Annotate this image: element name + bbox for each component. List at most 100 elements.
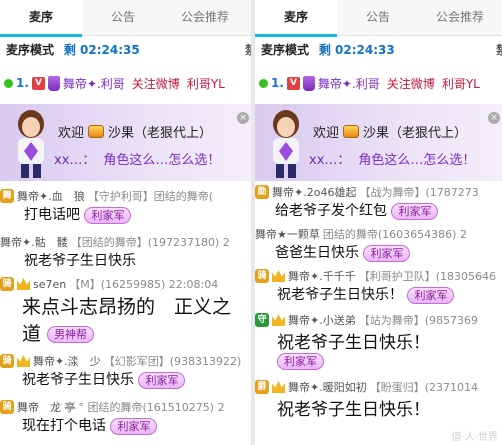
welcome-sender: xx…：	[309, 153, 351, 168]
welcome-sender: xx…：	[54, 153, 96, 168]
message-body: 利家军	[277, 353, 502, 370]
message-text: 祝老爷子生日快乐！	[277, 287, 403, 303]
welcome-banner: 欢迎 沙果（老狠代上） xx…： 角色这么…怎么选！ ×	[0, 104, 251, 181]
online-dot-icon	[4, 78, 13, 88]
welcome-banner: 欢迎 沙果（老狠代上） xx…： 角色这么…怎么选！ ×	[255, 104, 502, 181]
sender-name[interactable]: 舞帝 龙 亭	[17, 399, 76, 415]
message-body: 给老爷子发个红包 利家军	[275, 200, 502, 220]
mode-row: 麦序模式 剩 02:24:35 禁	[6, 41, 251, 61]
queue-number: 1.	[271, 76, 284, 90]
gift-icon	[302, 75, 315, 91]
rank-badge-icon: 守	[255, 313, 269, 327]
queue-item[interactable]: 1. V 舞帝✦.利哥 关注微博 利哥YL	[259, 72, 502, 94]
crown-icon	[272, 381, 285, 393]
rank-badge-icon: 舞	[0, 189, 14, 203]
message-text: 现在打个电话	[22, 418, 106, 434]
chat-message: 骑 舞帝✦.千千千 【利哥护卫队】(18305646 祝老爷子生日快乐！ 利家军	[255, 268, 502, 304]
rank-badge-icon: 骑	[0, 400, 14, 414]
sender-info: 【M】(16259985) 22:08:04	[69, 278, 219, 291]
chat-message: 舞舞帝✦.血 狼【守护利哥】团结的舞帝( 打电话吧 利家军	[0, 188, 251, 224]
welcome-line: 欢迎 沙果（老狠代上）	[58, 122, 212, 141]
countdown-timer: 剩 02:24:33	[318, 43, 395, 57]
level-badge-icon	[88, 125, 105, 138]
chat-message: 舞帝✦.骷 髅【团结的舞帝】(197237180) 2 祝老爷子生日快乐	[0, 234, 251, 270]
sender-info: 团结的舞帝(1603654386) 2	[322, 228, 467, 241]
sender-name[interactable]: 舞帝★一颗草	[255, 226, 320, 242]
message-body: 打电话吧 利家军	[24, 204, 251, 224]
chat-message: 骑 舞帝✦.渁 少【幻影军团】(938313922) 祝老爷子生日快乐 利家军	[0, 353, 251, 389]
fan-tag: 利家军	[363, 244, 411, 262]
level-badge-icon	[343, 125, 360, 138]
sender-name[interactable]: 舞帝✦.2o46雄起	[272, 184, 356, 200]
sender-info: 【守护利哥】团结的舞帝(	[87, 190, 214, 203]
sender-name[interactable]: 舞帝✦.骷 髅	[0, 234, 68, 250]
message-text: 祝老爷子生日快乐！	[277, 333, 430, 353]
ban-button[interactable]: 禁	[496, 41, 502, 58]
sender-info: 【战为舞帝】(1787273	[359, 186, 479, 199]
vip-badge-icon: V	[31, 76, 45, 90]
message-text: 打电话吧	[24, 207, 80, 223]
sender-info: 【盼蛋归】(2371014	[369, 381, 478, 394]
close-icon[interactable]: ×	[488, 112, 500, 124]
chat-message-list: 舞舞帝✦.血 狼【守护利哥】团结的舞帝( 打电话吧 利家军 舞帝✦.骷 髅【团结…	[0, 181, 251, 445]
fan-tag: 男神帮	[47, 326, 95, 343]
message-text: 爸爸生日快乐	[275, 245, 359, 261]
message-body: 道 男神帮	[22, 319, 251, 346]
online-dot-icon	[259, 78, 268, 88]
message-body: 祝老爷子生日快乐！ 利家军	[277, 284, 502, 304]
tab-guild-recommend[interactable]: 公会推荐	[164, 0, 246, 36]
tab-mic-queue[interactable]: 麦序	[255, 0, 337, 37]
welcome-question: xx…： 角色这么…怎么选！	[309, 149, 475, 168]
tab-mic-queue[interactable]: 麦序	[0, 0, 82, 37]
welcome-question-text: 角色这么…怎么选！	[103, 153, 221, 168]
watermark: 值·人·世界	[451, 432, 498, 443]
rank-badge-icon: 爵	[255, 380, 269, 394]
message-body: 现在打个电话 利家军	[22, 415, 251, 435]
welcome-question: xx…： 角色这么…怎么选！	[54, 149, 220, 168]
tab-announcement[interactable]: 公告	[337, 0, 419, 36]
message-text: 来点斗志昂扬的 正义之	[22, 296, 232, 318]
tab-bar: 麦序 公告 公会推荐	[255, 0, 502, 37]
welcome-question-text: 角色这么…怎么选！	[358, 153, 476, 168]
fan-tag: 利家军	[407, 286, 455, 304]
message-text: 祝老爷子生日快乐	[22, 372, 134, 388]
crown-icon	[272, 270, 285, 282]
sender-info: ° 团结的舞帝(161510275) 2	[78, 401, 225, 414]
queue-user-name[interactable]: 舞帝✦.利哥	[63, 75, 125, 92]
chat-message: 爵 舞帝✦.暖阳如初 【盼蛋归】(2371014 祝老爷子生日快乐！	[255, 379, 502, 420]
chat-message-list: 勋舞帝✦.2o46雄起 【战为舞帝】(1787273 给老爷子发个红包 利家军 舞…	[255, 181, 502, 445]
crown-icon	[17, 355, 30, 367]
welcome-user[interactable]: 沙果（老狠代上）	[363, 122, 467, 141]
sender-info: 【团结的舞帝】(197237180) 2	[70, 236, 230, 249]
fan-tag: 利家军	[84, 206, 132, 224]
countdown-timer: 剩 02:24:35	[63, 43, 140, 57]
queue-user-name[interactable]: 舞帝✦.利哥	[318, 75, 380, 92]
queue-trail-text: 利哥YL	[186, 76, 225, 91]
sender-name[interactable]: 舞帝✦.渁 少	[33, 353, 101, 369]
tab-announcement[interactable]: 公告	[82, 0, 164, 36]
sender-name[interactable]: se7en	[33, 278, 66, 291]
fan-tag: 利家军	[391, 202, 439, 220]
sender-name[interactable]: 舞帝✦.小送弟	[288, 312, 356, 328]
queue-item[interactable]: 1. V 舞帝✦.利哥 关注微博 利哥YL	[4, 72, 251, 94]
sender-name[interactable]: 舞帝✦.暖阳如初	[288, 379, 367, 395]
close-icon[interactable]: ×	[237, 112, 249, 124]
vip-badge-icon: V	[286, 76, 300, 90]
welcome-user[interactable]: 沙果（老狠代上）	[108, 122, 212, 141]
avatar	[273, 110, 299, 178]
gift-icon	[47, 75, 60, 91]
sender-info: 【站为舞帝】(9857369	[358, 314, 478, 327]
queue-action-text: 关注微博	[131, 76, 180, 91]
chat-message: 勋舞帝✦.2o46雄起 【战为舞帝】(1787273 给老爷子发个红包 利家军	[255, 184, 502, 220]
rank-badge-icon: 骑	[255, 269, 269, 283]
queue-number: 1.	[16, 76, 29, 90]
tab-guild-recommend[interactable]: 公会推荐	[419, 0, 501, 36]
mode-label: 麦序模式	[261, 43, 310, 57]
message-body: 祝老爷子生日快乐 利家军	[22, 369, 251, 389]
chat-message: 骑 se7en 【M】(16259985) 22:08:04 来点斗志昂扬的 正义之…	[0, 276, 251, 346]
sender-name[interactable]: 舞帝✦.血 狼	[17, 188, 85, 204]
sender-name[interactable]: 舞帝✦.千千千	[288, 268, 356, 284]
chat-message: 舞帝★一颗草 团结的舞帝(1603654386) 2 爸爸生日快乐 利家军	[255, 226, 502, 262]
fan-tag: 利家军	[110, 417, 158, 435]
chat-panel-left: 麦序 公告 公会推荐 麦序模式 剩 02:24:35 禁 1. V 舞帝✦.利哥…	[0, 0, 251, 445]
